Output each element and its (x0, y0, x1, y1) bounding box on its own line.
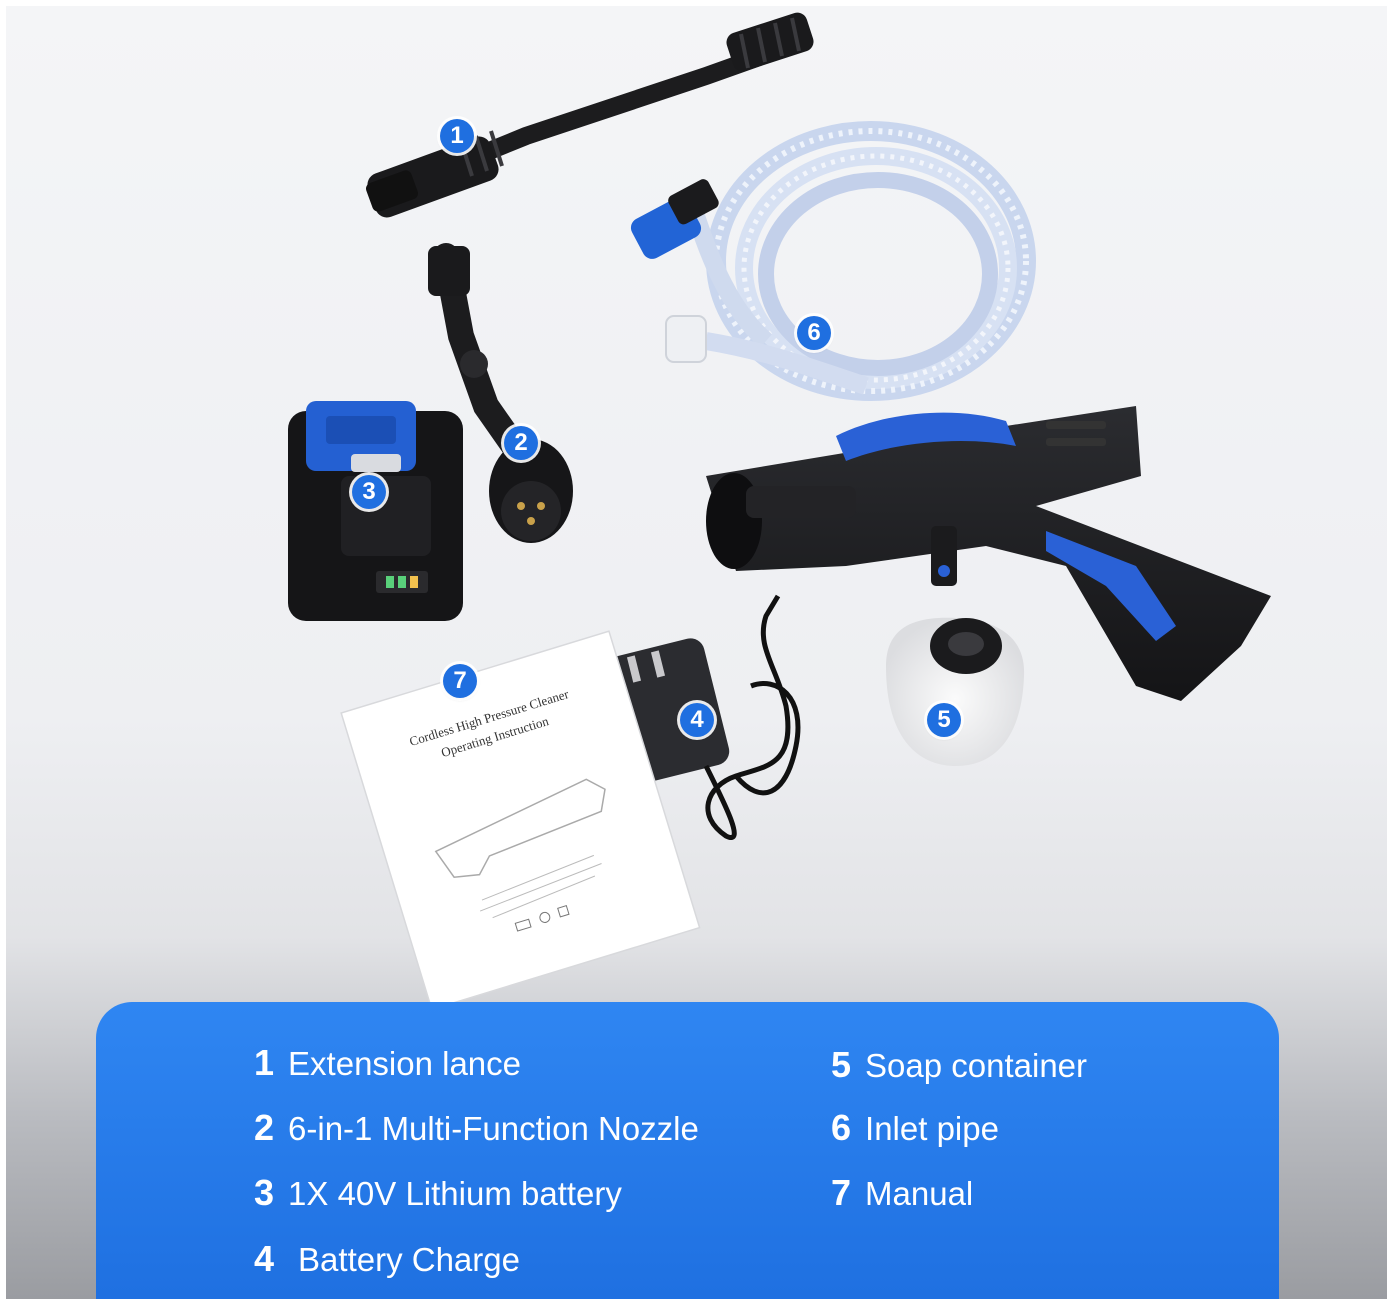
legend-label: 6-in-1 Multi-Function Nozzle (288, 1110, 699, 1147)
legend-number: 7 (831, 1172, 852, 1213)
marker-2: 2 (504, 426, 538, 460)
soap-container (886, 617, 1025, 766)
legend-item-manual: 7 Manual (831, 1172, 973, 1214)
legend-label: Extension lance (288, 1045, 522, 1082)
legend-number: 3 (254, 1172, 275, 1213)
legend-item-extension-lance: 1 Extension lance (254, 1042, 521, 1084)
legend-label: Battery Charge (298, 1241, 520, 1278)
legend-item-charger: 4 Battery Charge (254, 1238, 520, 1280)
legend-panel: 1 Extension lance 2 6-in-1 Multi-Functio… (96, 1002, 1279, 1299)
legend-label: Soap container (865, 1047, 1088, 1084)
marker-5: 5 (927, 703, 961, 737)
legend-item-inlet-pipe: 6 Inlet pipe (831, 1107, 999, 1149)
marker-6: 6 (797, 316, 831, 350)
marker-3: 3 (352, 475, 386, 509)
marker-1: 1 (440, 119, 474, 153)
marker-7: 7 (443, 664, 477, 698)
legend-item-battery: 3 1X 40V Lithium battery (254, 1172, 622, 1214)
legend-number: 2 (254, 1107, 275, 1148)
legend-number: 1 (254, 1042, 275, 1083)
legend-number: 6 (831, 1107, 852, 1148)
product-image: Cordless High Pressure Cleaner Operating… (6, 6, 1387, 1299)
inlet-pipe (687, 121, 1036, 401)
legend-number: 4 (254, 1238, 275, 1279)
battery (288, 401, 463, 621)
legend-label: Inlet pipe (865, 1110, 999, 1147)
legend-item-nozzle: 2 6-in-1 Multi-Function Nozzle (254, 1107, 699, 1149)
legend-label: Manual (865, 1175, 974, 1212)
legend-label: 1X 40V Lithium battery (288, 1175, 622, 1212)
marker-4: 4 (680, 703, 714, 737)
legend-item-soap-container: 5 Soap container (831, 1044, 1087, 1086)
product-illustration: Cordless High Pressure Cleaner Operating… (288, 12, 1271, 1006)
legend-number: 5 (831, 1044, 852, 1085)
